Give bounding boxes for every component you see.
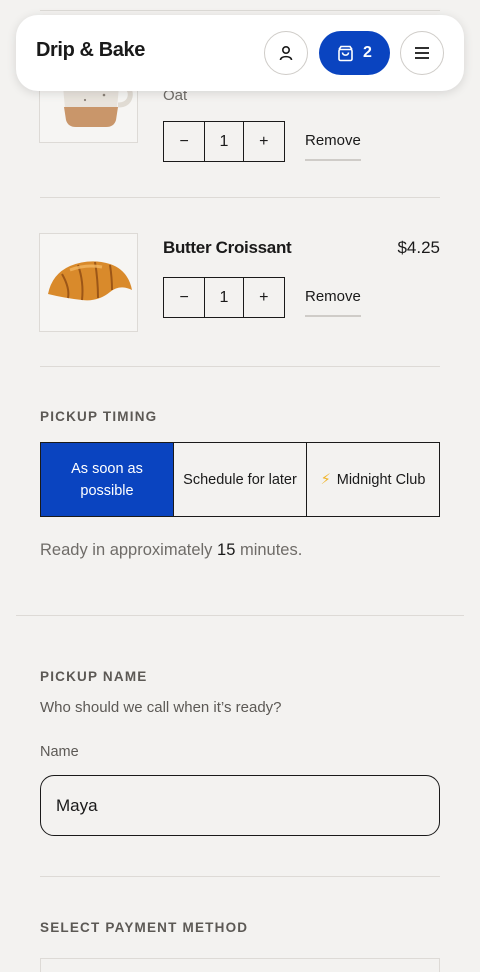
ready-estimate: Ready in approximately 15 minutes.: [40, 541, 302, 560]
timing-option-label: Schedule for later: [183, 471, 297, 488]
quantity-value: 1: [204, 122, 244, 161]
item-price: $4.25: [397, 238, 440, 257]
increment-button[interactable]: +: [244, 278, 284, 317]
ready-prefix: Ready in approximately: [40, 541, 218, 559]
lightning-bolt-icon: ⚡: [320, 471, 331, 488]
decrement-button[interactable]: −: [164, 278, 204, 317]
menu-button[interactable]: [400, 31, 444, 75]
cart-button[interactable]: 2: [319, 31, 390, 75]
quantity-stepper: − 1 +: [163, 121, 285, 162]
cart-count: 2: [363, 44, 372, 61]
pickup-timing-label: PICKUP TIMING: [40, 409, 158, 424]
name-field-label: Name: [40, 744, 79, 760]
site-header: Drip & Bake 2: [16, 15, 464, 91]
item-divider: [40, 197, 440, 198]
timing-option-midnight-club[interactable]: ⚡ Midnight Club: [306, 443, 439, 516]
pickup-timing-selector: As soon as possible Schedule for later ⚡…: [40, 442, 440, 517]
payment-method-label: SELECT PAYMENT METHOD: [40, 920, 249, 935]
remove-link[interactable]: Remove: [305, 132, 361, 161]
timing-option-schedule[interactable]: Schedule for later: [173, 443, 306, 516]
croissant-image: [48, 261, 132, 301]
increment-button[interactable]: +: [244, 122, 284, 161]
quantity-value: 1: [204, 278, 244, 317]
pickup-name-label: PICKUP NAME: [40, 669, 148, 684]
shopping-bag-icon: [338, 45, 353, 61]
brand-logo[interactable]: Drip & Bake: [36, 39, 145, 62]
remove-link[interactable]: Remove: [305, 288, 361, 317]
quantity-stepper: − 1 +: [163, 277, 285, 318]
item-divider: [40, 366, 440, 367]
section-divider: [40, 876, 440, 877]
timing-option-label: Midnight Club: [336, 471, 426, 488]
name-input[interactable]: [40, 775, 440, 836]
timing-option-label: As soon as possible: [71, 460, 143, 499]
payment-method-option[interactable]: [40, 958, 440, 972]
ready-minutes: 15: [217, 541, 236, 559]
decrement-button[interactable]: −: [164, 122, 204, 161]
user-icon: [279, 45, 293, 61]
hamburger-menu-icon: [415, 47, 429, 59]
top-divider: [40, 10, 440, 11]
section-divider: [16, 615, 464, 616]
product-image-croissant: [39, 233, 138, 332]
pickup-name-hint: Who should we call when it’s ready?: [40, 699, 282, 716]
item-name: Butter Croissant: [163, 238, 292, 257]
ready-suffix: minutes.: [235, 541, 303, 559]
timing-option-asap[interactable]: As soon as possible: [41, 443, 173, 516]
account-button[interactable]: [264, 31, 308, 75]
